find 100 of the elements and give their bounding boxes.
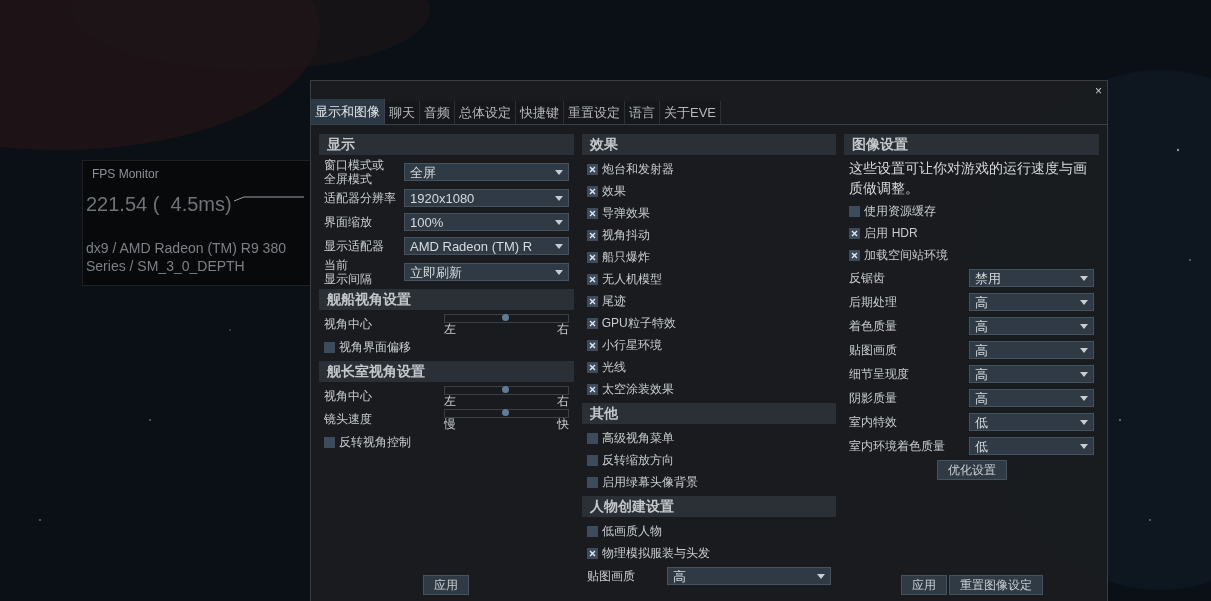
tab[interactable]: 重置设定 [564, 101, 625, 125]
caret-icon [554, 195, 563, 201]
dropdown[interactable]: 低 [969, 437, 1094, 456]
checkbox[interactable] [586, 273, 598, 285]
dropdown[interactable]: 立即刷新 [404, 263, 569, 282]
dropdown[interactable]: 高 [969, 365, 1094, 384]
slider-thumb[interactable] [502, 386, 510, 394]
checkbox[interactable] [586, 229, 598, 241]
checkbox-label: 物理模拟服装与头发 [601, 545, 710, 563]
check-icon [588, 385, 596, 393]
tab[interactable]: 总体设定 [455, 101, 516, 125]
tab[interactable]: 快捷键 [516, 101, 564, 125]
checkbox-label: 低画质人物 [601, 523, 662, 541]
checkbox-label: 反转缩放方向 [601, 452, 674, 470]
check-icon [851, 229, 859, 237]
field-label: 显示适配器 [324, 239, 385, 254]
dropdown[interactable]: 低 [969, 413, 1094, 432]
dropdown[interactable]: 100% [404, 213, 569, 232]
field-label: 阴影质量 [849, 391, 899, 406]
check-icon [588, 275, 596, 283]
field-label: 视角中心 [324, 316, 373, 334]
dropdown[interactable]: 高 [969, 389, 1094, 408]
checkbox[interactable] [849, 205, 861, 217]
checkbox-label: GPU粒子特效 [601, 315, 676, 333]
check-icon [588, 341, 596, 349]
field-label: 显示间隔 [324, 272, 373, 287]
tab[interactable]: 关于EVE [660, 101, 721, 125]
checkbox[interactable] [849, 249, 861, 261]
checkbox[interactable] [586, 547, 598, 559]
checkbox[interactable] [586, 295, 598, 307]
dropdown[interactable]: 高 [969, 317, 1094, 336]
slider-thumb[interactable] [502, 314, 510, 322]
checkbox[interactable] [849, 227, 861, 239]
check-icon [588, 319, 596, 327]
tab[interactable]: 聊天 [385, 101, 420, 125]
section-header: 效果 [581, 134, 837, 156]
caret-icon [1080, 443, 1088, 449]
dropdown[interactable]: 1920x1080 [404, 189, 569, 208]
slider-thumb[interactable] [502, 409, 510, 417]
checkbox-label: 尾迹 [601, 293, 626, 311]
checkbox[interactable] [586, 454, 598, 466]
check-icon [588, 549, 596, 557]
caret-icon [1080, 347, 1088, 353]
checkbox-label: 视角界面偏移 [339, 339, 411, 357]
dropdown[interactable]: 高 [666, 567, 832, 586]
check-icon [588, 165, 596, 173]
checkbox[interactable] [586, 525, 598, 537]
checkbox[interactable] [586, 185, 598, 197]
dropdown[interactable]: 高 [969, 293, 1094, 312]
dropdown[interactable]: 全屏 [404, 163, 569, 182]
field-label: 适配器分辨率 [324, 191, 397, 206]
action-button[interactable]: 重置图像设定 [948, 575, 1043, 595]
action-button[interactable]: 应用 [423, 575, 470, 595]
checkbox[interactable] [586, 317, 598, 329]
field-label: 镜头速度 [324, 411, 373, 429]
panel-title: FPS Monitor [91, 166, 160, 183]
checkbox[interactable] [586, 339, 598, 351]
check-icon [851, 251, 859, 259]
section-header: 显示 [319, 134, 574, 156]
slider-max-label: 右 [556, 323, 569, 336]
checkbox[interactable] [324, 341, 335, 353]
caret-icon [554, 269, 563, 275]
checkbox-label: 视角抖动 [601, 227, 650, 245]
adapter-info: dx9 / AMD Radeon (TM) R9 380 Series / SM_3_0_DEPTH [86, 239, 287, 275]
caret-icon [554, 219, 563, 225]
checkbox[interactable] [586, 383, 598, 395]
tab[interactable]: 显示和图像 [311, 99, 385, 125]
field-label: 室内特效 [849, 415, 899, 430]
dropdown[interactable]: AMD Radeon (TM) R [404, 237, 569, 256]
slider-min-label: 左 [444, 395, 456, 408]
check-icon [588, 363, 596, 371]
checkbox[interactable] [586, 361, 598, 373]
slider-min-label: 左 [444, 323, 456, 336]
optimize-button[interactable]: 优化设置 [936, 460, 1007, 481]
checkbox-label: 太空涂装效果 [601, 381, 674, 399]
checkbox[interactable] [586, 163, 598, 175]
fps-graph [233, 196, 304, 202]
checkbox-label: 光线 [601, 359, 626, 377]
checkbox[interactable] [586, 207, 598, 219]
check-icon [588, 231, 596, 239]
caret-icon [1080, 395, 1088, 401]
field-label: 窗口模式或 [324, 158, 385, 173]
action-button[interactable]: 应用 [900, 575, 947, 595]
close-button[interactable]: × [1095, 81, 1102, 101]
field-label: 界面缩放 [324, 215, 373, 230]
tab[interactable]: 音频 [420, 101, 455, 125]
checkbox[interactable] [586, 432, 598, 444]
field-label: 反锯齿 [849, 271, 887, 286]
checkbox[interactable] [586, 476, 598, 488]
checkbox-label: 高级视角菜单 [601, 430, 674, 448]
check-icon [588, 187, 596, 195]
caret-icon [1080, 419, 1088, 425]
check-icon [588, 253, 596, 261]
field-label: 贴图画质 [849, 343, 899, 358]
dropdown[interactable]: 高 [969, 341, 1094, 360]
checkbox[interactable] [586, 251, 598, 263]
slider-min-label: 慢 [444, 418, 456, 431]
checkbox[interactable] [324, 436, 335, 448]
dropdown[interactable]: 禁用 [969, 269, 1094, 288]
tab[interactable]: 语言 [625, 101, 660, 125]
